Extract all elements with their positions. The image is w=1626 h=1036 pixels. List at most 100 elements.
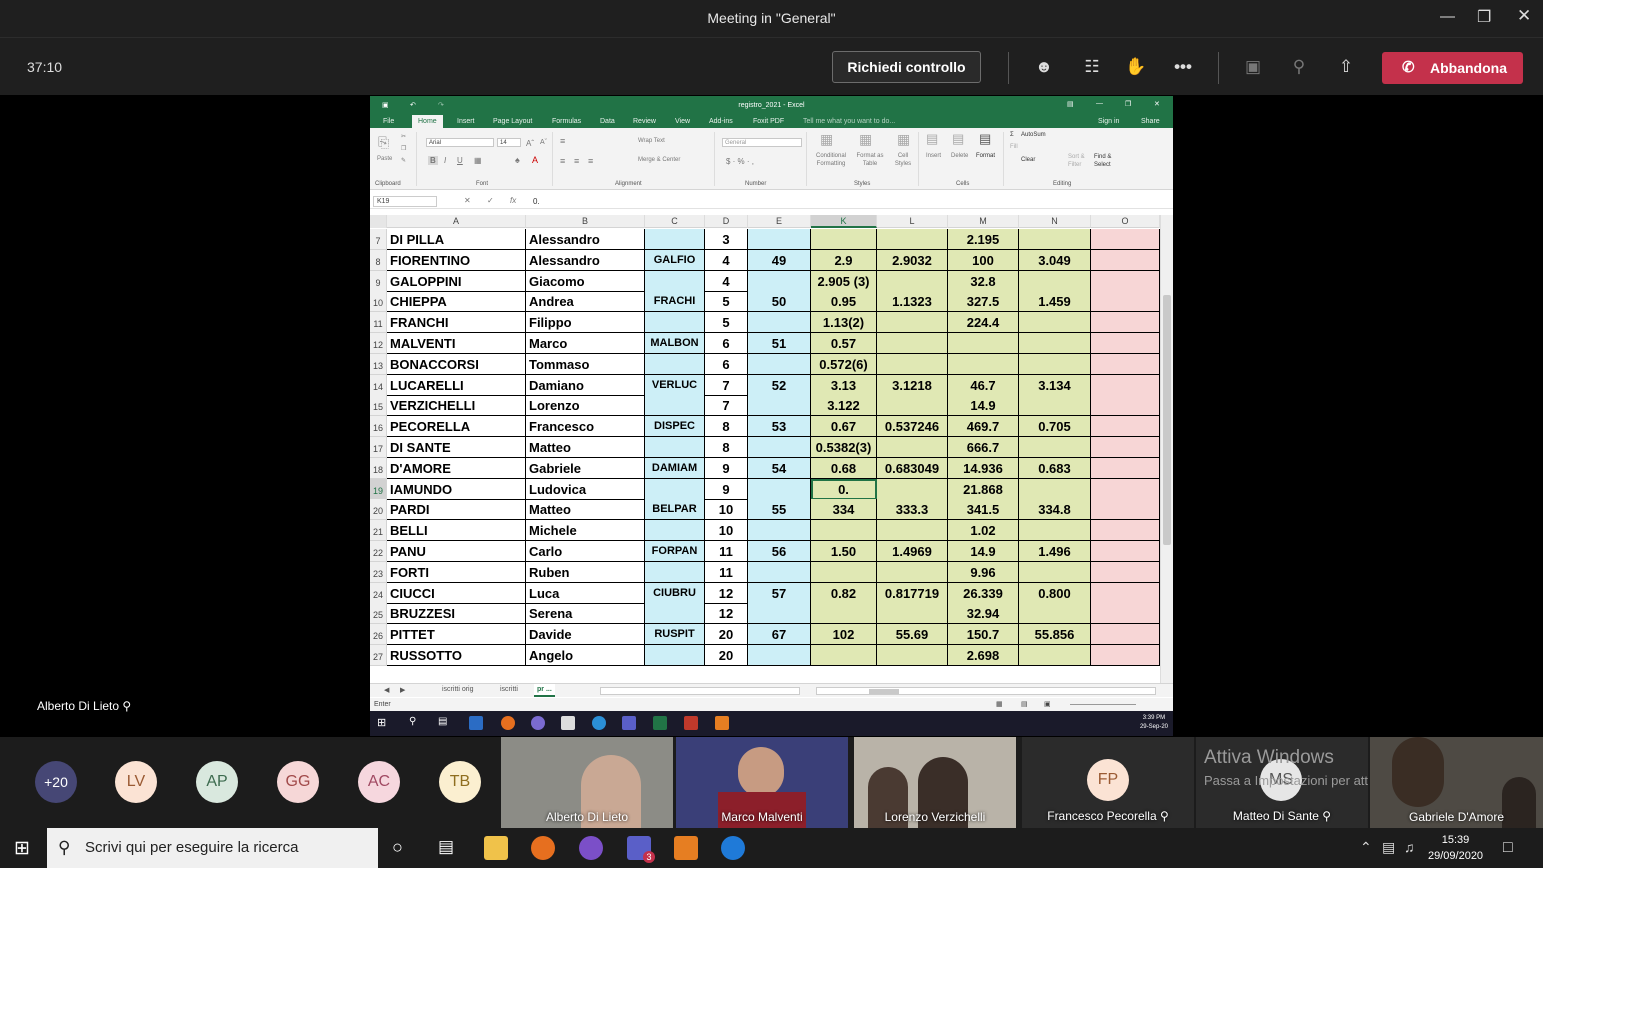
app-icon[interactable] [579,836,603,860]
row-number[interactable]: 19 [370,478,387,500]
format-cells-icon[interactable]: ▤ [979,131,991,147]
more-options-icon[interactable]: ••• [1172,56,1194,78]
cell-first-name[interactable]: Damiano [526,374,645,396]
row-number[interactable]: 20 [370,499,387,521]
align-right-icon[interactable]: ≡ [588,156,593,166]
start-icon[interactable]: ⊞ [377,716,391,730]
row-number[interactable]: 10 [370,291,387,313]
row-number[interactable]: 12 [370,333,387,354]
cell-first-name[interactable]: Matteo [526,437,645,458]
cell-value-n[interactable] [1019,561,1091,583]
ribbon-options-icon[interactable]: ▤ [1067,100,1074,108]
fill-color-icon[interactable]: ♠ [515,155,520,165]
video-tile[interactable]: Marco Malventi [676,737,848,828]
cell-number[interactable] [748,603,811,625]
cell-styles-icon[interactable]: ▦ [897,131,910,148]
cell-first-name[interactable]: Francesco [526,416,645,438]
cell-value-l[interactable] [877,333,948,354]
tab-data[interactable]: Data [600,118,615,125]
maximize-icon[interactable]: ❐ [1477,7,1491,27]
conditional-formatting-icon[interactable]: ▦ [820,131,833,148]
cell-surname[interactable]: BONACCORSI [387,353,526,375]
cell-value-m[interactable] [948,333,1019,354]
cell-number[interactable] [748,353,811,375]
task-view-icon[interactable]: ▤ [438,716,452,730]
app-icon[interactable] [561,716,575,730]
cell-number[interactable] [748,478,811,500]
share-screen-icon[interactable]: ⇧ [1335,56,1357,78]
fill-button[interactable]: Fill [1010,144,1018,150]
cell-pair-code[interactable]: CIUBRU [645,582,705,604]
tab-foxit-pdf[interactable]: Foxit PDF [753,118,784,125]
overflow-participants[interactable]: +20 [35,761,77,803]
underline-icon[interactable]: U [457,156,463,165]
show-hidden-icons-icon[interactable]: ⌃ [1360,839,1372,856]
currency-icon[interactable]: $ · % · , [726,157,754,166]
sign-in-link[interactable]: Sign in [1098,118,1119,125]
row-number[interactable]: 14 [370,374,387,396]
participant-avatar[interactable]: AP [196,761,238,803]
row-number[interactable]: 15 [370,395,387,417]
cell-group[interactable]: 8 [705,416,748,438]
clear-button[interactable]: Clear [1021,157,1035,163]
participants-icon[interactable]: ☻ [1033,56,1055,78]
cell-value-k[interactable]: 102 [811,624,877,646]
edge-icon[interactable] [721,836,745,860]
cell-number[interactable]: 51 [748,333,811,354]
column-header-o[interactable]: O [1091,215,1160,228]
horizontal-scrollbar[interactable] [816,687,1156,695]
cancel-entry-icon[interactable]: ✕ [464,196,471,205]
cell-value-o[interactable] [1091,541,1160,562]
cell-value-k[interactable]: 1.13(2) [811,312,877,334]
cut-icon[interactable]: ✂ [401,133,406,140]
number-format-box[interactable]: General [722,138,802,147]
cell-value-m[interactable]: 469.7 [948,416,1019,438]
cell-pair-code[interactable] [645,270,705,292]
cell-value-k[interactable]: 0.57 [811,333,877,354]
cell-value-m[interactable]: 26.339 [948,582,1019,604]
cell-number[interactable] [748,645,811,666]
cell-value-n[interactable]: 1.496 [1019,541,1091,562]
app-icon[interactable] [469,716,483,730]
participant-avatar[interactable]: TB [439,761,481,803]
cell-pair-code[interactable]: GALFIO [645,249,705,271]
participant-avatar[interactable]: AC [358,761,400,803]
cell-number[interactable]: 56 [748,541,811,562]
cell-pair-code[interactable]: DAMIAM [645,457,705,479]
cell-group[interactable]: 7 [705,395,748,417]
column-header-d[interactable]: D [705,215,748,228]
cell-value-m[interactable]: 100 [948,249,1019,271]
zoom-slider[interactable] [1070,704,1136,705]
column-header-a[interactable]: A [387,215,526,228]
cell-first-name[interactable]: Carlo [526,541,645,562]
cell-value-k[interactable]: 0.572(6) [811,353,877,375]
cell-group[interactable]: 9 [705,478,748,500]
cell-group[interactable]: 5 [705,291,748,313]
cell-value-o[interactable] [1091,499,1160,521]
cell-value-k[interactable]: 0.5382(3) [811,437,877,458]
cell-value-o[interactable] [1091,603,1160,625]
name-box[interactable]: K19 [373,196,437,207]
excel-restore-icon[interactable]: ❐ [1125,100,1131,108]
windows-start-icon[interactable]: ⊞ [14,837,30,860]
cell-first-name[interactable]: Michele [526,520,645,542]
wrap-text-button[interactable]: Wrap Text [638,138,665,144]
row-number[interactable]: 7 [370,229,387,250]
task-view-icon[interactable]: ▤ [438,837,454,857]
delete-cells-button[interactable]: Delete [951,153,968,159]
cell-value-n[interactable] [1019,353,1091,375]
raise-hand-icon[interactable]: ✋ [1125,56,1147,78]
cell-value-o[interactable] [1091,229,1160,250]
cell-value-k[interactable] [811,603,877,625]
cell-value-m[interactable]: 224.4 [948,312,1019,334]
cell-value-n[interactable]: 0.705 [1019,416,1091,438]
cell-value-m[interactable]: 2.195 [948,229,1019,250]
row-number[interactable]: 17 [370,437,387,458]
sheet-tab-active[interactable]: pr ... [534,684,555,697]
participant-tile[interactable]: FP Francesco Pecorella ⚲ [1022,737,1194,828]
cell-value-n[interactable] [1019,603,1091,625]
increase-font-icon[interactable]: Aˆ [526,139,534,148]
tab-insert[interactable]: Insert [457,118,475,125]
cell-value-k[interactable]: 0. [811,478,877,500]
request-control-button[interactable]: Richiedi controllo [832,51,981,83]
